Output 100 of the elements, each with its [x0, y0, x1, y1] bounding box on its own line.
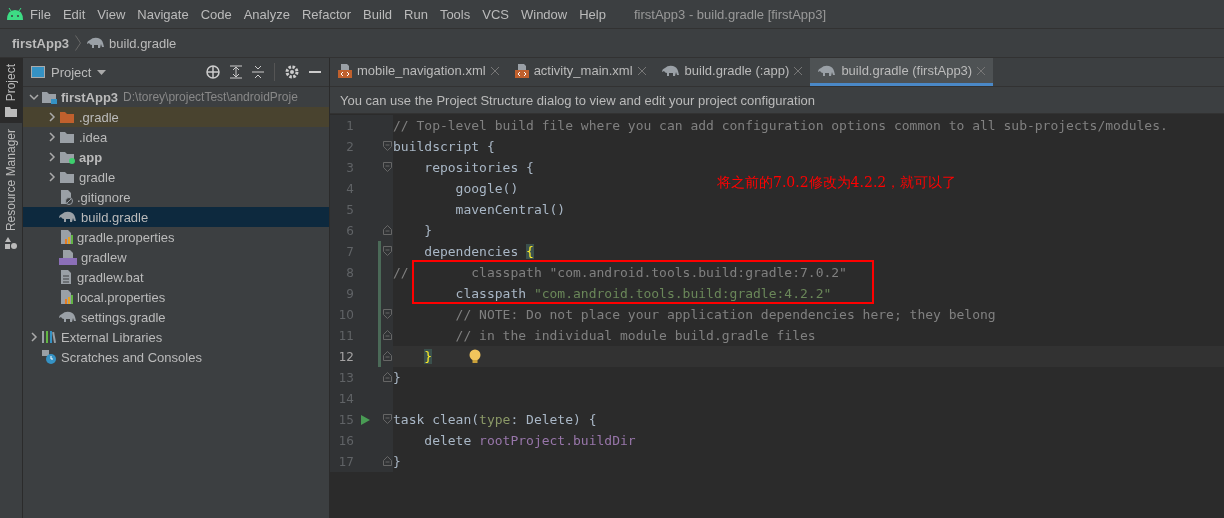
- code-line: delete rootProject.buildDir: [423, 433, 636, 448]
- text-file-icon: [59, 269, 73, 285]
- code-line: // classpath "com.android.tools.build:gradle:7.0.2": [393, 265, 847, 280]
- module-folder-icon: [59, 150, 75, 164]
- editor-tab[interactable]: build.gradle (:app): [653, 58, 811, 86]
- tree-item[interactable]: settings.gradle: [23, 307, 329, 327]
- tree-item[interactable]: app: [23, 147, 329, 167]
- close-icon[interactable]: [637, 66, 646, 75]
- crosshair-icon[interactable]: [206, 65, 220, 79]
- menu-item[interactable]: File: [24, 6, 57, 22]
- view-dropdown[interactable]: Project: [31, 64, 107, 80]
- close-icon[interactable]: [977, 66, 986, 75]
- tree-item[interactable]: gradlew: [23, 247, 329, 267]
- chevron-right-icon[interactable]: [29, 332, 39, 342]
- close-icon[interactable]: [794, 66, 803, 75]
- tree-item[interactable]: gradle: [23, 167, 329, 187]
- tree-item[interactable]: Scratches and Consoles: [23, 347, 329, 367]
- tree-item[interactable]: .idea: [23, 127, 329, 147]
- tree-item[interactable]: firstApp3 D:\torey\projectTest\androidProje: [23, 87, 329, 107]
- menu-item[interactable]: Analyze: [237, 6, 296, 22]
- fold-marker-icon[interactable]: [382, 309, 392, 319]
- folder-icon: [59, 130, 75, 144]
- tree-item[interactable]: local.properties: [23, 287, 329, 307]
- chevron-right-icon[interactable]: [47, 152, 57, 162]
- menu-item[interactable]: View: [91, 6, 132, 22]
- android-logo-icon: [6, 8, 24, 20]
- lightbulb-icon[interactable]: [469, 349, 481, 364]
- notification-banner: You can use the Project Structure dialog to view and edit your project configuration: [330, 87, 1224, 114]
- code-line: }: [393, 454, 401, 469]
- code-line: mavenCentral(): [454, 202, 566, 217]
- tree-item[interactable]: .gitignore: [23, 187, 329, 207]
- tree-item[interactable]: gradlew.bat: [23, 267, 329, 287]
- ignored-file-icon: [59, 189, 73, 205]
- code-line: task clean(type: Delete) {: [393, 412, 597, 427]
- tool-window-tab[interactable]: Resource Manager: [0, 123, 22, 256]
- fold-marker-icon[interactable]: [382, 372, 392, 382]
- menu-item[interactable]: Edit: [56, 6, 92, 22]
- menu-item[interactable]: Tools: [433, 6, 477, 22]
- expand-all-icon[interactable]: [230, 65, 242, 79]
- chevron-right-icon[interactable]: [47, 112, 57, 122]
- window-title: firstApp3 - build.gradle [firstApp3]: [633, 6, 827, 22]
- folder-icon: [59, 170, 75, 184]
- menu-item[interactable]: Navigate: [131, 6, 195, 22]
- tree-item[interactable]: gradle.properties: [23, 227, 329, 247]
- editor-tab[interactable]: mobile_navigation.xml: [330, 58, 507, 86]
- code-line: repositories {: [423, 160, 534, 175]
- code-line: google(): [454, 181, 519, 196]
- menu-item[interactable]: VCS: [476, 6, 515, 22]
- elephant-icon: [87, 37, 106, 49]
- code-line: classpath "com.android.tools.build:gradle:4.2.2": [454, 286, 832, 301]
- breadcrumb-item[interactable]: firstApp3: [12, 35, 70, 51]
- folder-icon: [5, 107, 17, 118]
- menu-item[interactable]: Refactor: [295, 6, 358, 22]
- tree-item[interactable]: External Libraries: [23, 327, 329, 347]
- cpp-file-icon: [59, 249, 77, 265]
- tree-item[interactable]: build.gradle: [23, 207, 329, 227]
- properties-file-icon: [59, 289, 73, 305]
- menu-item[interactable]: Build: [357, 6, 398, 22]
- xml-file-icon: [338, 63, 352, 78]
- settings-icon[interactable]: [285, 65, 299, 79]
- code-line: }: [423, 223, 433, 238]
- menu-item[interactable]: Code: [194, 6, 238, 22]
- tree-item[interactable]: .gradle: [23, 107, 329, 127]
- collapse-all-icon[interactable]: [252, 65, 264, 79]
- fold-marker-icon[interactable]: [382, 162, 392, 172]
- minimize-icon[interactable]: [309, 70, 321, 74]
- fold-marker-icon[interactable]: [382, 456, 392, 466]
- libraries-icon: [41, 330, 57, 344]
- menu-item[interactable]: Help: [573, 6, 612, 22]
- fold-marker-icon[interactable]: [382, 414, 392, 424]
- close-icon[interactable]: [490, 66, 499, 75]
- chevron-right-icon[interactable]: [47, 132, 57, 142]
- code-line: buildscript {: [393, 139, 495, 154]
- fold-marker-icon[interactable]: [382, 225, 392, 235]
- editor-tab[interactable]: build.gradle (firstApp3): [810, 58, 994, 86]
- window-icon: [31, 66, 45, 78]
- run-icon[interactable]: [360, 414, 370, 425]
- fold-marker-icon[interactable]: [382, 141, 392, 151]
- properties-file-icon: [59, 229, 73, 245]
- fold-marker-icon[interactable]: [382, 330, 392, 340]
- elephant-icon: [59, 311, 77, 323]
- breadcrumb-item[interactable]: build.gradle: [87, 35, 177, 51]
- menu-item[interactable]: Window: [514, 6, 574, 22]
- menu-item[interactable]: Run: [398, 6, 434, 22]
- fold-marker-icon[interactable]: [382, 246, 392, 256]
- annotation-text: 将之前的7.0.2修改为4.2.2，就可以了: [717, 174, 957, 192]
- fold-marker-icon[interactable]: [382, 351, 392, 361]
- code-line: dependencies {: [423, 244, 534, 259]
- line-number: 12: [337, 349, 354, 364]
- caret-icon: [97, 69, 107, 75]
- elephant-icon: [818, 64, 837, 77]
- chevron-down-icon[interactable]: [29, 92, 39, 102]
- tool-window-tab[interactable]: Project: [0, 58, 22, 124]
- project-path: D:\torey\projectTest\androidProje: [123, 90, 298, 104]
- code-line: // in the individual module build.gradle files: [454, 328, 816, 343]
- scratches-icon: [41, 349, 57, 365]
- xml-file-icon: [514, 63, 529, 78]
- code-line: // NOTE: Do not place your application dependencies here; they belong: [454, 307, 996, 322]
- chevron-right-icon[interactable]: [47, 172, 57, 182]
- editor-tab[interactable]: activity_main.xml: [506, 58, 654, 86]
